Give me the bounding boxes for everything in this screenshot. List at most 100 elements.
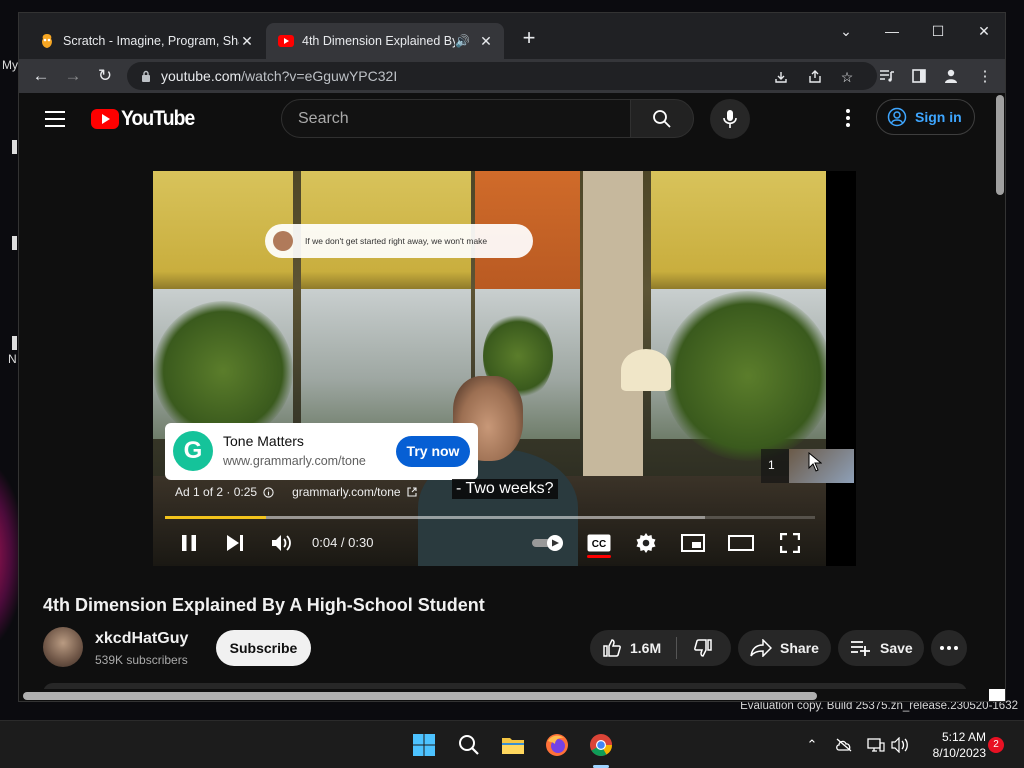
youtube-logo[interactable]: YouTube (91, 107, 201, 131)
grammarly-logo-icon: G (173, 431, 213, 471)
tab-title: 4th Dimension Explained By (302, 34, 456, 48)
side-panel-icon[interactable] (909, 66, 929, 86)
more-actions-button[interactable] (931, 630, 967, 666)
taskbar: ⌃ 5:12 AM 8/10/2023 2 (0, 720, 1024, 768)
chrome-taskbar-button[interactable] (587, 731, 615, 759)
desktop-icon-fragment (12, 236, 17, 250)
hamburger-menu-icon[interactable] (45, 111, 65, 127)
new-tab-button[interactable]: + (517, 27, 541, 51)
firefox-icon (546, 734, 568, 756)
sign-in-label: Sign in (915, 109, 962, 125)
progress-bar[interactable] (165, 516, 815, 519)
tab-close-icon[interactable]: ✕ (239, 33, 255, 49)
settings-more-icon[interactable] (841, 107, 855, 129)
bookmark-star-icon[interactable]: ☆ (837, 67, 857, 87)
volume-icon[interactable] (890, 735, 910, 755)
cloud-offline-icon[interactable] (834, 735, 854, 755)
dot (940, 646, 944, 650)
microphone-icon (723, 110, 737, 128)
search-icon (653, 109, 671, 128)
scene-lamp (621, 349, 671, 391)
show-hidden-icons-chevron-icon[interactable]: ⌃ (802, 735, 822, 755)
bubble-text: If we don't get started right away, we w… (305, 236, 488, 246)
firefox-button[interactable] (543, 731, 571, 759)
forward-button[interactable]: → (59, 63, 87, 89)
taskbar-search-button[interactable] (455, 731, 483, 759)
notification-badge[interactable]: 2 (988, 737, 1004, 753)
subscribe-button[interactable]: Subscribe (216, 630, 311, 666)
captions-button[interactable]: CC (585, 530, 613, 556)
profile-icon[interactable] (941, 66, 961, 86)
scene-blind (651, 171, 826, 289)
voice-search-button[interactable] (710, 99, 750, 139)
info-icon[interactable] (263, 486, 274, 498)
reload-button[interactable]: ↻ (91, 63, 119, 89)
save-playlist-icon (851, 641, 870, 656)
dot (947, 646, 951, 650)
like-button[interactable]: 1.6M (590, 638, 676, 658)
fullscreen-button[interactable] (777, 530, 803, 556)
taskbar-clock[interactable]: 5:12 AM 8/10/2023 (920, 729, 986, 761)
autoplay-toggle-icon (532, 535, 563, 551)
horizontal-scrollbar[interactable] (19, 689, 1005, 701)
volume-button[interactable] (269, 530, 295, 556)
media-controls-icon[interactable] (877, 66, 897, 86)
scene-plant (663, 291, 826, 461)
tab-search-chevron-icon[interactable]: ⌄ (823, 17, 869, 45)
address-bar[interactable]: youtube.com/watch?v=eGguwYPC32I ☆ (127, 62, 877, 90)
channel-avatar[interactable] (43, 627, 83, 667)
mouse-cursor-icon (808, 452, 822, 472)
share-icon[interactable] (805, 67, 825, 87)
install-app-icon[interactable] (771, 67, 791, 87)
youtube-wordmark: YouTube (121, 107, 195, 130)
network-icon[interactable] (866, 735, 886, 755)
minimize-button[interactable]: — (869, 17, 915, 45)
horizontal-scroll-thumb[interactable] (23, 692, 817, 700)
played-bar (165, 516, 266, 519)
start-button[interactable] (410, 731, 438, 759)
url-host: youtube.com (161, 68, 242, 84)
search-input[interactable]: Search (281, 99, 631, 138)
vertical-scroll-thumb[interactable] (996, 95, 1004, 195)
ad-link[interactable]: grammarly.com/tone (292, 485, 400, 499)
tab-youtube-video[interactable]: 4th Dimension Explained By 🔊 ✕ (266, 23, 504, 59)
speaker-icon[interactable]: 🔊 (455, 34, 470, 48)
next-button[interactable] (223, 530, 247, 556)
file-explorer-button[interactable] (499, 731, 527, 759)
pause-icon (182, 535, 196, 551)
lock-icon[interactable] (141, 70, 151, 82)
back-button[interactable]: ← (27, 63, 55, 89)
sign-in-button[interactable]: Sign in (876, 99, 975, 135)
share-button[interactable]: Share (738, 630, 831, 666)
dislike-button[interactable] (677, 638, 729, 658)
wallpaper-glow (0, 470, 20, 640)
save-button[interactable]: Save (838, 630, 924, 666)
pause-button[interactable] (177, 530, 201, 556)
miniplayer-button[interactable] (680, 530, 706, 556)
closed-caption: - Two weeks? (452, 479, 558, 499)
bubble-avatar (273, 231, 293, 251)
chrome-window: Scratch - Imagine, Program, Shar ✕ 4th D… (18, 12, 1006, 702)
vertical-scrollbar[interactable] (993, 93, 1005, 689)
ad-counter: Ad 1 of 2 · 0:25 (175, 485, 258, 499)
desktop-icon-label[interactable]: N (8, 352, 17, 366)
tab-close-icon[interactable]: ✕ (478, 33, 494, 49)
try-now-button[interactable]: Try now (396, 436, 470, 467)
tab-strip: Scratch - Imagine, Program, Shar ✕ 4th D… (19, 13, 1005, 59)
tab-scratch[interactable]: Scratch - Imagine, Program, Shar ✕ (27, 23, 265, 59)
settings-button[interactable] (633, 530, 659, 556)
desktop-icon-label[interactable]: My (2, 58, 18, 72)
channel-name[interactable]: xkcdHatGuy (95, 630, 188, 648)
ad-domain: www.grammarly.com/tone (223, 454, 366, 468)
autoplay-toggle[interactable] (531, 530, 565, 556)
chrome-menu-icon[interactable]: ⋮ (975, 66, 995, 86)
theater-mode-button[interactable] (727, 530, 755, 556)
video-title: 4th Dimension Explained By A High-School… (43, 595, 485, 615)
maximize-button[interactable]: ☐ (915, 17, 961, 45)
url-text: youtube.com/watch?v=eGguwYPC32I (161, 68, 397, 84)
video-player[interactable]: If we don't get started right away, we w… (153, 171, 856, 566)
youtube-page: YouTube Search Sign in If we don't get s… (19, 93, 991, 689)
search-button[interactable] (630, 99, 694, 138)
close-window-button[interactable]: ✕ (961, 17, 1005, 45)
ad-card[interactable]: G Tone Matters www.grammarly.com/tone Tr… (165, 423, 478, 480)
